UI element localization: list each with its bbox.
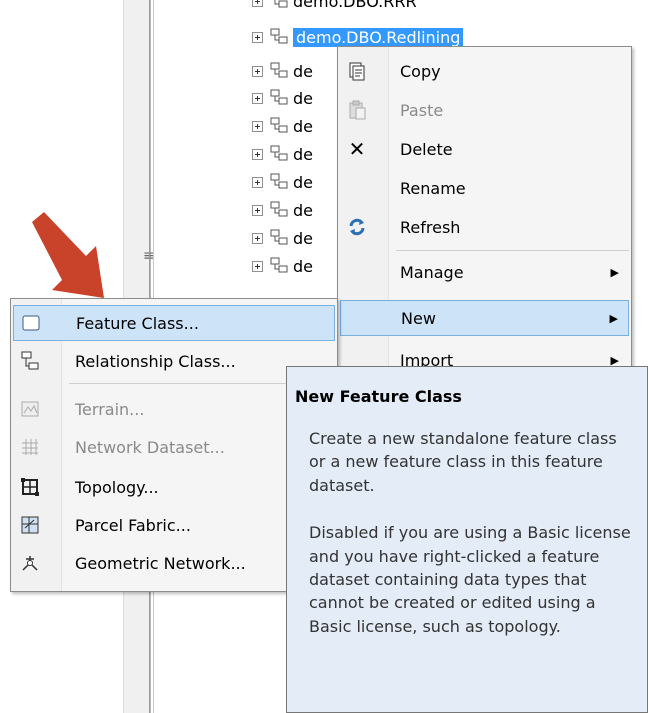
feature-dataset-icon [270,89,288,105]
terrain-icon [19,398,41,420]
tree-item-label: de [293,228,313,248]
tree-row[interactable]: de [252,227,313,249]
menu-item-label: Paste [400,100,444,120]
tree-row-selected[interactable]: demo.DBO.Redlining [252,26,464,48]
expand-icon[interactable] [252,0,263,7]
expand-icon[interactable] [252,65,263,77]
tree-item-label: de [293,88,313,108]
tooltip-title: New Feature Class [295,387,462,406]
feature-dataset-icon [270,201,288,217]
topology-icon [19,476,41,498]
tooltip-new-feature-class: New Feature Class Create a new standalon… [286,366,648,713]
feature-dataset-icon [270,257,288,273]
menu-item-label: Manage [400,262,464,282]
submenu-arrow-icon: ▶ [609,311,618,325]
submenu-arrow-icon: ▶ [610,265,619,279]
tree-item-label: de [293,256,313,276]
tree-row[interactable]: de [252,87,313,109]
feature-dataset-icon [270,173,288,189]
refresh-icon [346,216,368,238]
relationship-class-icon [19,350,41,372]
menu-item-paste[interactable]: Paste [340,92,629,128]
tree-item-label: de [293,116,313,136]
menu-item-label: Rename [400,178,466,198]
tree-item-label: de [293,172,313,192]
menu-item-refresh[interactable]: Refresh [340,209,629,245]
delete-x-icon: ✕ [348,137,366,161]
expand-icon[interactable] [252,232,263,244]
menu-item-label: Delete [400,139,453,159]
menu-item-label: Network Dataset... [75,437,225,457]
parcel-fabric-icon [19,514,41,536]
tree-row[interactable]: de [252,255,313,277]
context-menu: Copy Paste ✕ Delete Rename Refresh Manag… [337,46,632,378]
tooltip-body: Create a new standalone feature class or… [309,427,637,662]
network-dataset-icon [19,436,41,458]
menu-item-label: Feature Class... [76,313,199,333]
feature-dataset-icon [274,0,288,8]
menu-item-new[interactable]: New ▶ [340,300,629,336]
tree-row[interactable]: de [252,171,313,193]
red-arrow-icon [32,212,104,298]
menu-item-label: Terrain... [75,399,145,419]
expand-icon[interactable] [252,31,263,43]
menu-item-rename[interactable]: Rename [340,170,629,206]
feature-dataset-icon [270,145,288,161]
menu-item-delete[interactable]: ✕ Delete [340,131,629,167]
tree-item-label: de [293,144,313,164]
copy-icon [346,60,368,82]
tooltip-paragraph: Create a new standalone feature class or… [309,429,617,495]
feature-class-icon [20,312,42,334]
menu-item-copy[interactable]: Copy [340,53,629,89]
expand-icon[interactable] [252,204,263,216]
menu-item-label: New [401,308,436,328]
expand-icon[interactable] [252,148,263,160]
tree-row[interactable]: de [252,143,313,165]
tree-row[interactable]: de [252,60,313,82]
expand-icon[interactable] [252,260,263,272]
feature-dataset-icon [270,229,288,245]
menu-item-manage[interactable]: Manage ▶ [340,254,629,290]
menu-item-feature-class[interactable]: Feature Class... [13,305,335,341]
menu-item-label: Refresh [400,217,461,237]
menu-separator [396,250,629,251]
menu-item-label: Geometric Network... [75,553,246,573]
geometric-network-icon [19,552,41,574]
tree-item-label: de [293,61,313,81]
menu-item-label: Relationship Class... [75,351,236,371]
feature-dataset-icon [270,28,288,44]
feature-dataset-icon [270,62,288,78]
submenu-arrow-icon: ▶ [610,353,619,367]
menu-item-label: Copy [400,61,441,81]
paste-icon [346,99,368,121]
tree-row-truncated[interactable]: demo.DBO.RRR [252,0,417,12]
feature-dataset-icon [270,117,288,133]
tree-item-label-selected: demo.DBO.Redlining [293,27,464,47]
tree-row[interactable]: de [252,199,313,221]
tooltip-paragraph: Disabled if you are using a Basic licens… [309,523,631,636]
expand-icon[interactable] [252,120,263,132]
tree-item-label: demo.DBO.RRR [293,0,417,11]
menu-item-label: Parcel Fabric... [75,515,191,535]
expand-icon[interactable] [252,176,263,188]
menu-item-label: Topology... [75,477,159,497]
tree-row[interactable]: de [252,115,313,137]
tree-item-label: de [293,200,313,220]
expand-icon[interactable] [252,92,263,104]
